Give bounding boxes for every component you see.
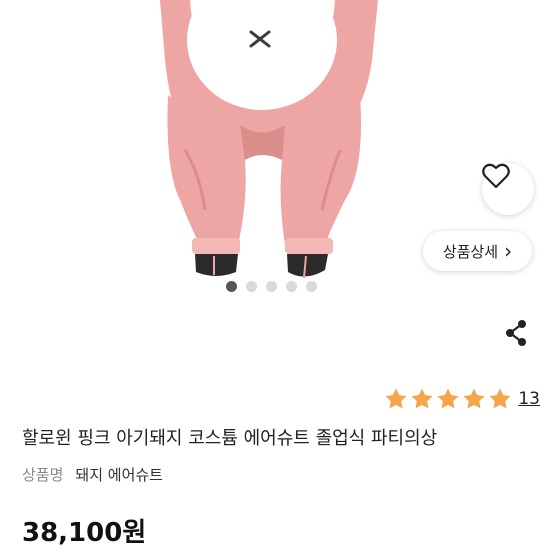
star-icon xyxy=(437,388,459,409)
product-name-row: 상품명 돼지 에어슈트 xyxy=(22,464,163,485)
product-detail-button[interactable]: 상품상세 › xyxy=(423,231,532,271)
star-icon xyxy=(489,388,511,409)
product-title: 할로윈 핑크 아기돼지 코스튬 에어슈트 졸업식 파티의상 xyxy=(22,428,438,449)
review-count-link[interactable]: 13 xyxy=(518,389,540,409)
share-icon xyxy=(506,320,526,346)
detail-button-label: 상품상세 xyxy=(442,242,499,261)
star-icon xyxy=(463,388,485,409)
product-name-value: 돼지 에어슈트 xyxy=(75,466,163,484)
pagination-dot[interactable] xyxy=(246,281,257,292)
pagination-dot[interactable] xyxy=(266,281,277,292)
product-price: 38,100원 xyxy=(22,518,147,548)
rating[interactable]: 13 xyxy=(384,387,540,411)
image-pagination xyxy=(226,281,317,292)
pagination-dot[interactable] xyxy=(306,281,317,292)
star-icon xyxy=(385,388,407,409)
product-name-label: 상품명 xyxy=(22,466,64,484)
pagination-dot[interactable] xyxy=(286,281,297,292)
star-icon xyxy=(411,388,433,409)
heart-icon xyxy=(482,163,510,189)
product-image[interactable]: 상품상세 › xyxy=(0,0,555,305)
share-button[interactable] xyxy=(502,319,530,347)
chevron-right-icon: › xyxy=(504,239,513,263)
wishlist-button[interactable] xyxy=(482,163,534,215)
pagination-dot[interactable] xyxy=(226,281,237,292)
